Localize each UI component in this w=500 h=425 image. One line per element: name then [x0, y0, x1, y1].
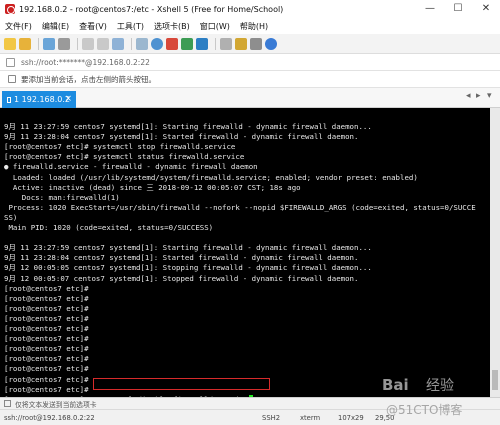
- terminal-line: [root@centos7 etc]#: [4, 364, 89, 374]
- terminal-line: [root@centos7 etc]#: [4, 354, 89, 364]
- reconnect-icon[interactable]: [43, 37, 55, 50]
- terminal-output[interactable]: 9月 11 23:27:59 centos7 systemd[1]: Start…: [0, 108, 490, 397]
- help-icon[interactable]: [265, 37, 277, 50]
- menu-view[interactable]: 查看(V): [79, 21, 107, 32]
- status-connection: ssh://root@192.168.0.2:22: [4, 414, 95, 422]
- toolbar-separator: [131, 37, 132, 50]
- toolbar-separator: [38, 37, 39, 50]
- terminal-line: [root@centos7 etc]#: [4, 334, 89, 344]
- terminal-scrollbar[interactable]: [490, 108, 500, 397]
- copy-icon[interactable]: [82, 37, 94, 50]
- lock-icon[interactable]: [235, 37, 247, 50]
- tab-bar: 1 192.168.0.2 × ◂ ▸ ▾: [0, 88, 500, 108]
- watermark: Bai 经验 @51CTO博客: [382, 376, 462, 417]
- tab-session-1[interactable]: 1 192.168.0.2 ×: [2, 91, 76, 108]
- terminal-line: 9月 11 23:27:59 centos7 systemd[1]: Start…: [4, 122, 372, 131]
- toolbar: [0, 34, 500, 54]
- terminal-line: 9月 12 00:05:07 centos7 systemd[1]: Stopp…: [4, 273, 359, 283]
- transfer-icon[interactable]: [181, 37, 193, 50]
- terminal-line: [root@centos7 etc]#: [4, 344, 89, 354]
- tab-scroll-left-icon[interactable]: ◂: [466, 91, 471, 101]
- terminal-line: [root@centos7 etc]#: [4, 384, 89, 394]
- terminal-line: [root@centos7 etc]#: [4, 303, 89, 313]
- compose-icon: [4, 400, 11, 407]
- terminal-line: [root@centos7 etc]# systemctl status fir…: [4, 152, 245, 162]
- xshell-app-icon: [5, 4, 15, 14]
- menu-file[interactable]: 文件(F): [5, 21, 32, 32]
- paste-icon[interactable]: [97, 37, 109, 50]
- terminal-line: 9月 11 23:28:04 centos7 systemd[1]: Start…: [4, 132, 359, 142]
- info-text: 要添加当前会话，点击左侧的箭头按钮。: [21, 74, 156, 84]
- address-text[interactable]: ssh://root:*******@192.168.0.2:22: [21, 58, 150, 67]
- status-terminal-type: xterm: [300, 414, 321, 422]
- address-bar[interactable]: ssh://root:*******@192.168.0.2:22: [0, 54, 500, 71]
- window-controls: — ☐ ✕: [416, 0, 500, 18]
- window-title: 192.168.0.2 - root@centos7:/etc - Xshell…: [19, 4, 284, 14]
- menu-bar: 文件(F) 编辑(E) 查看(V) 工具(T) 选项卡(B) 窗口(W) 帮助(…: [0, 18, 500, 34]
- terminal-line: [root@centos7 etc]# systemctl stop firew…: [4, 142, 236, 152]
- status-protocol: SSH2: [262, 414, 281, 422]
- tab-menu-icon[interactable]: ▾: [487, 91, 492, 101]
- properties-icon[interactable]: [136, 37, 148, 50]
- toolbar-separator: [77, 37, 78, 50]
- lock-icon: [7, 97, 11, 103]
- menu-edit[interactable]: 编辑(E): [42, 21, 69, 32]
- menu-tools[interactable]: 工具(T): [117, 21, 144, 32]
- session-icon: [6, 57, 15, 67]
- terminal-line: Loaded: loaded (/usr/lib/systemd/system/…: [4, 172, 418, 182]
- font-icon[interactable]: [166, 37, 178, 50]
- terminal-line: Process: 1020 ExecStart=/usr/sbin/firewa…: [4, 202, 476, 212]
- new-session-icon[interactable]: [4, 37, 16, 50]
- terminal-line: 9月 12 00:05:05 centos7 systemd[1]: Stopp…: [4, 263, 372, 273]
- keyboard-icon[interactable]: [250, 37, 262, 50]
- terminal-line: SS): [4, 212, 18, 222]
- terminal-line: Main PID: 1020 (code=exited, status=0/SU…: [4, 223, 214, 232]
- watermark-jingyan: 经验: [426, 378, 454, 394]
- watermark-baidu: Bai: [382, 376, 409, 394]
- maximize-button[interactable]: ☐: [444, 0, 472, 18]
- compose-text: 仅将文本发送到当前选项卡: [15, 400, 97, 409]
- find-icon[interactable]: [112, 37, 124, 50]
- terminal-line: [root@centos7 etc]#: [4, 283, 89, 293]
- highlighted-command-box: [93, 378, 270, 390]
- fullscreen-icon[interactable]: [220, 37, 232, 50]
- toolbar-separator: [215, 37, 216, 50]
- info-bar: 要添加当前会话，点击左侧的箭头按钮。: [0, 71, 500, 88]
- terminal-line: 9月 11 23:28:04 centos7 systemd[1]: Start…: [4, 253, 359, 263]
- terminal-line: [root@centos7 etc]#: [4, 313, 89, 323]
- tab-scroll-right-icon[interactable]: ▸: [476, 91, 481, 101]
- xftp-icon[interactable]: [196, 37, 208, 50]
- terminal-line: [root@centos7 etc]#: [4, 374, 89, 384]
- terminal-line: Active: inactive (dead) since 三 2018-09-…: [4, 182, 301, 192]
- menu-help[interactable]: 帮助(H): [240, 21, 268, 32]
- menu-window[interactable]: 窗口(W): [200, 21, 230, 32]
- watermark-51cto: @51CTO博客: [386, 402, 462, 417]
- terminal-line: 9月 11 23:27:59 centos7 systemd[1]: Start…: [4, 243, 372, 253]
- bookmark-icon: [8, 75, 16, 83]
- tab-close-icon[interactable]: ×: [64, 91, 72, 108]
- terminal-line: [root@centos7 etc]#: [4, 293, 89, 303]
- disconnect-icon[interactable]: [58, 37, 70, 50]
- close-button[interactable]: ✕: [472, 0, 500, 18]
- menu-tabs[interactable]: 选项卡(B): [154, 21, 190, 32]
- open-folder-icon[interactable]: [19, 37, 31, 50]
- globe-icon[interactable]: [151, 37, 163, 50]
- terminal-line: [root@centos7 etc]#: [4, 324, 89, 333]
- status-size: 107x29: [338, 414, 364, 422]
- title-bar: 192.168.0.2 - root@centos7:/etc - Xshell…: [0, 0, 500, 18]
- terminal-line: ● firewalld.service - firewalld - dynami…: [4, 162, 258, 172]
- tab-label: 1 192.168.0.2: [14, 95, 70, 104]
- minimize-button[interactable]: —: [416, 0, 444, 18]
- terminal-line: Docs: man:firewalld(1): [4, 192, 120, 202]
